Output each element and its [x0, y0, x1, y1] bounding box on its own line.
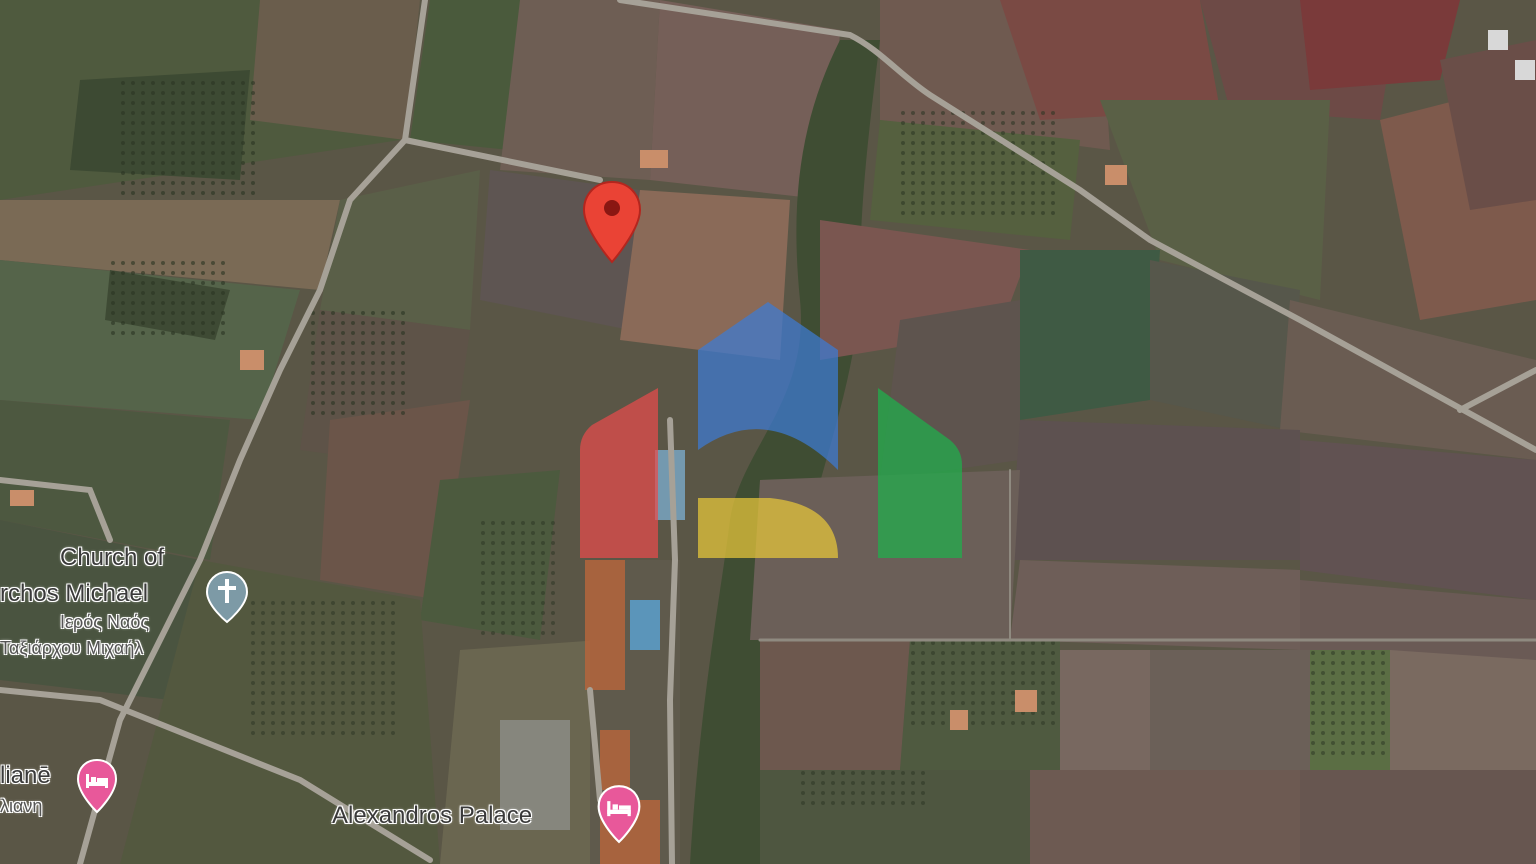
church-local-line1: Ιερός Ναός — [60, 612, 150, 632]
church-cross-icon[interactable] — [205, 570, 249, 624]
hotel-right-name: Alexandros Palace — [332, 802, 533, 829]
hotel-left-name-line2: λιανη — [0, 796, 43, 816]
hotel-bed-icon[interactable] — [76, 758, 118, 814]
church-name-line2: rchos Michael — [0, 580, 149, 607]
hotel-bed-icon[interactable] — [596, 784, 642, 844]
church-name-line1: Church of — [60, 544, 165, 571]
watermark-logo — [580, 302, 962, 558]
location-pin-icon[interactable] — [582, 180, 642, 264]
church-local-line2: Ταξιάρχου Μιχαήλ — [0, 638, 144, 658]
hotel-left-name-line1: lianē — [0, 762, 51, 789]
map-canvas[interactable]: Church of rchos Michael Ιερός Ναός Ταξιά… — [0, 0, 1536, 864]
